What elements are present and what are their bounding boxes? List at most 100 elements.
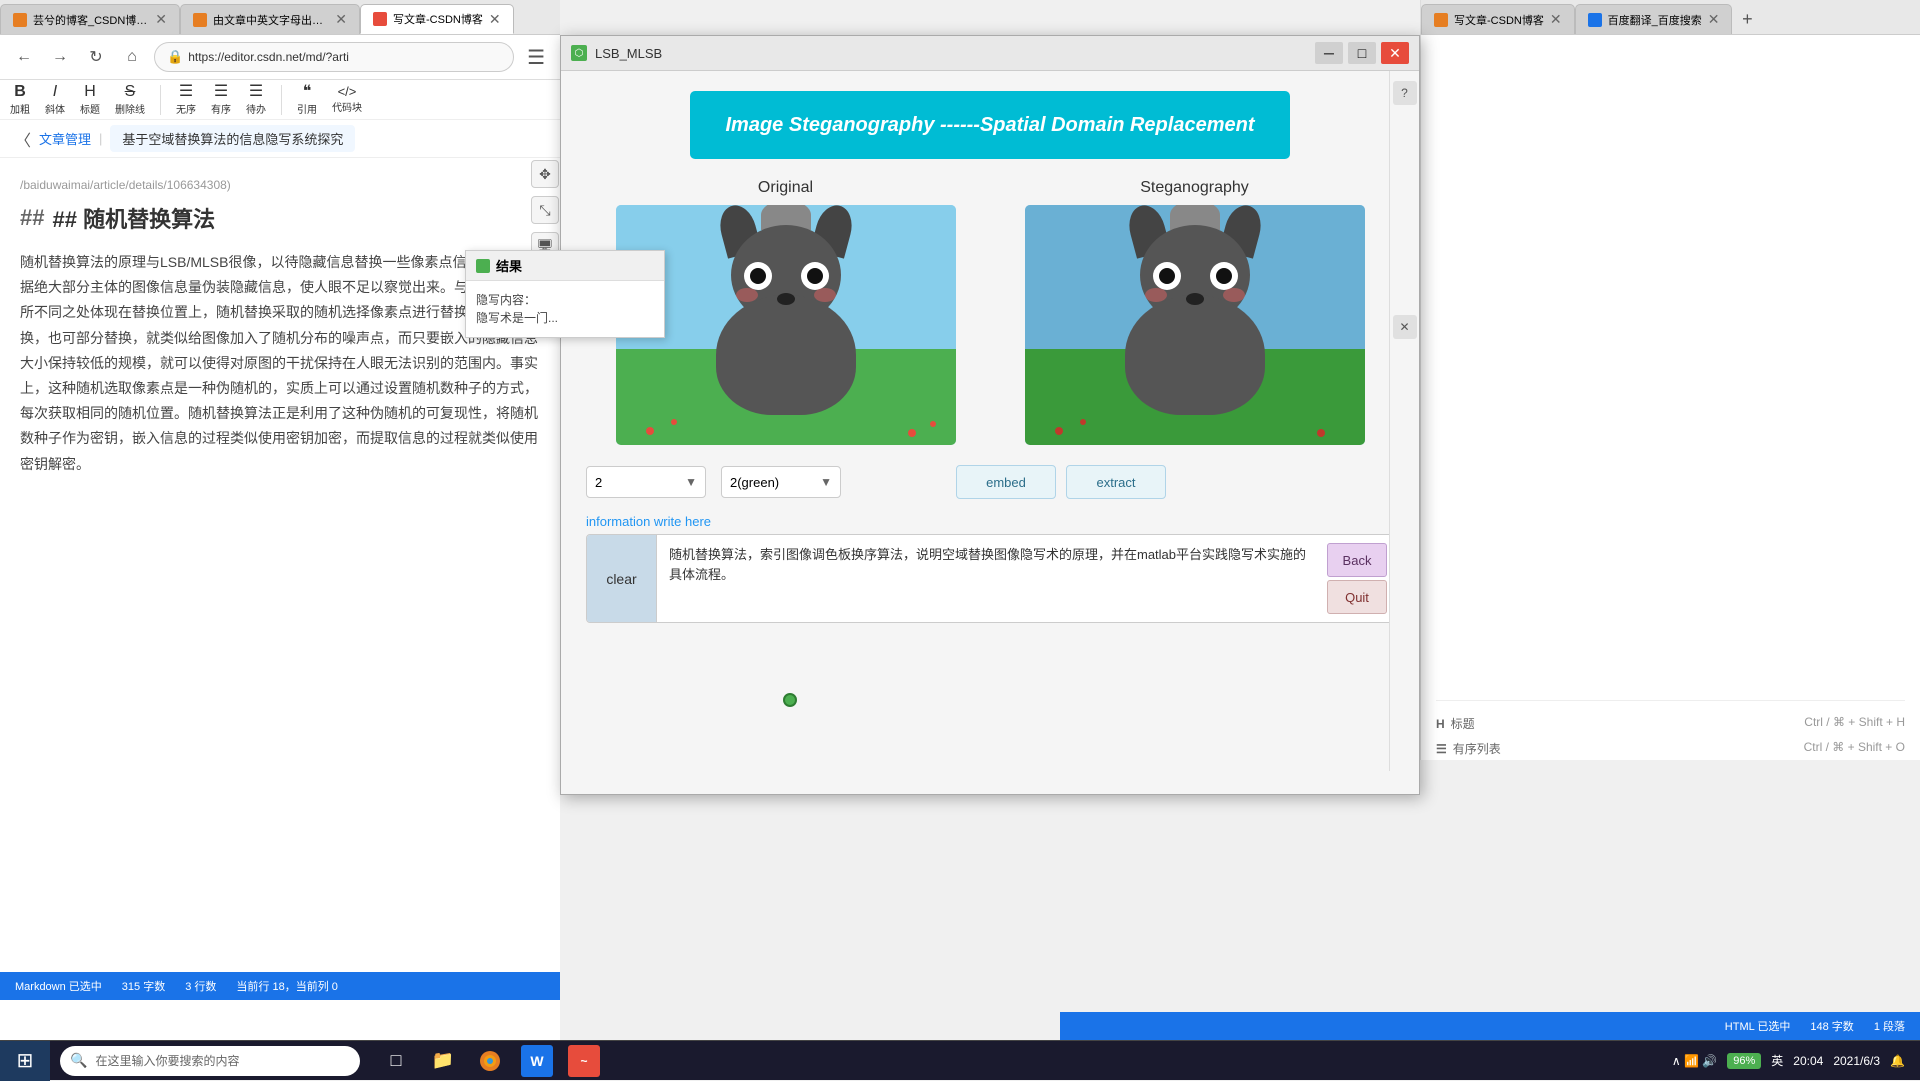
refresh-button[interactable]: ↻ — [82, 43, 110, 71]
word-icon[interactable]: W — [521, 1045, 553, 1077]
b2-tab-close-2[interactable]: ✕ — [1708, 11, 1720, 28]
maximize-button[interactable]: □ — [1348, 42, 1376, 64]
hotkey-ordered: ☰ 有序列表 Ctrl / ⌘ + Shift + O — [1436, 736, 1905, 761]
pan-icon[interactable]: ✥ — [531, 160, 559, 188]
browser2-tab-bar: 写文章-CSDN博客 ✕ 百度翻译_百度搜索 ✕ + — [1421, 0, 1920, 35]
result-line2: 隐写术是一门... — [476, 309, 654, 327]
file-explorer-icon[interactable]: 📁 — [427, 1045, 459, 1077]
help-icon[interactable]: ? — [1393, 81, 1417, 105]
address-input[interactable]: 🔒 https://editor.csdn.net/md/?arti — [154, 42, 514, 72]
b2-tab-1[interactable]: 写文章-CSDN博客 ✕ — [1421, 4, 1575, 34]
search-icon: 🔍 — [70, 1052, 87, 1069]
html-status: HTML 已选中 — [1725, 1018, 1791, 1034]
breadcrumb-title: 基于空域替换算法的信息隐写系统探究 — [110, 125, 355, 152]
html-paragraphs: 1 段落 — [1874, 1018, 1905, 1034]
steganography-image — [1025, 205, 1365, 445]
taskbar-search-text: 在这里输入你要搜索的内容 — [95, 1052, 239, 1069]
result-popup-body: 隐写内容： 隐写术是一门... — [466, 281, 664, 337]
editor-toolbar: B 加粗 I 斜体 H 标题 S 删除线 ☰ 无序 ☰ 有序 ☰ 待办 — [0, 80, 560, 120]
taskbar-search[interactable]: 🔍 在这里输入你要搜索的内容 — [60, 1046, 360, 1076]
text-input-field[interactable]: 随机替换算法，索引图像调色板换序算法，说明空域替换图像隐写术的原理，并在matl… — [657, 535, 1321, 622]
status-bar-right: HTML 已选中 148 字数 1 段落 — [1060, 1012, 1920, 1040]
select-2[interactable]: 2(green) ▼ — [721, 466, 841, 498]
flower-3 — [908, 429, 916, 437]
home-button[interactable]: ⌂ — [118, 43, 146, 71]
tab-2[interactable]: 由文章中英文字母出现频率多... ✕ — [180, 4, 360, 34]
images-row: Original — [581, 179, 1399, 445]
quote-button[interactable]: ❝ 引用 — [297, 84, 317, 116]
heading-hash: ## — [20, 205, 44, 231]
dog-pupil-left-s — [1159, 268, 1175, 284]
browser-menu[interactable]: ☰ — [522, 45, 550, 70]
italic-button[interactable]: I 斜体 — [45, 84, 65, 116]
minimize-button[interactable]: ─ — [1315, 42, 1343, 64]
start-button[interactable]: ⊞ — [0, 1041, 50, 1081]
tab-label-1: 芸兮的博客_CSDN博客-数字... — [33, 12, 149, 28]
taskbar-right: ∧ 📶 🔊 96% 英 20:04 2021/6/3 🔔 — [1672, 1052, 1920, 1069]
select-1[interactable]: 2 ▼ — [586, 466, 706, 498]
browser-tab-bar: 芸兮的博客_CSDN博客-数字... ✕ 由文章中英文字母出现频率多... ✕ … — [0, 0, 560, 35]
original-col: Original — [616, 179, 956, 445]
status-rows: 3 行数 — [185, 978, 216, 994]
flower-s-1 — [1055, 427, 1063, 435]
select-2-value: 2(green) — [730, 475, 779, 490]
status-chars: 315 字数 — [122, 978, 165, 994]
dog-body — [716, 295, 856, 415]
back-button[interactable]: ← — [10, 43, 38, 71]
firefox-svg — [478, 1049, 502, 1073]
taskbar-icons: □ 📁 W ~ — [380, 1045, 600, 1077]
status-mode: Markdown 已选中 — [15, 978, 102, 994]
firefox-icon[interactable] — [474, 1045, 506, 1077]
tab-close-3[interactable]: ✕ — [489, 11, 501, 28]
dog-cheek-right-s — [1223, 288, 1245, 302]
tab-close-1[interactable]: ✕ — [155, 11, 167, 28]
taskbar: ⊞ 🔍 在这里输入你要搜索的内容 □ 📁 W ~ ∧ 📶 🔊 96% 英 20:… — [0, 1040, 1920, 1080]
flower-2 — [671, 419, 677, 425]
ordered-button[interactable]: ☰ 有序 — [211, 84, 231, 116]
address-text: https://editor.csdn.net/md/?arti — [188, 50, 349, 64]
b2-tab-close-1[interactable]: ✕ — [1550, 11, 1562, 28]
extract-button[interactable]: extract — [1066, 465, 1166, 499]
strikethrough-button[interactable]: S 删除线 — [115, 84, 145, 116]
unordered-button[interactable]: ☰ 无序 — [176, 84, 196, 116]
embed-button[interactable]: embed — [956, 465, 1056, 499]
back-button-popup[interactable]: Back — [1327, 543, 1387, 577]
cursor-dot — [783, 693, 797, 707]
code-button[interactable]: </> 代码块 — [332, 85, 362, 114]
new-tab-button[interactable]: + — [1732, 4, 1762, 34]
lang-indicator: 英 — [1771, 1052, 1783, 1069]
dog-pupil-right-s — [1216, 268, 1232, 284]
forward-button[interactable]: → — [46, 43, 74, 71]
matlab-icon[interactable]: ~ — [568, 1045, 600, 1077]
h-icon: H — [1436, 717, 1445, 731]
h-keys: Ctrl / ⌘ + Shift + H — [1804, 715, 1905, 732]
todo-button[interactable]: ☰ 待办 — [246, 84, 266, 116]
close-button[interactable]: ✕ — [1381, 42, 1409, 64]
close-panel-icon[interactable]: ✕ — [1393, 315, 1417, 339]
quit-button[interactable]: Quit — [1327, 580, 1387, 614]
bold-button[interactable]: B 加粗 — [10, 84, 30, 116]
tab-3[interactable]: 写文章-CSDN博客 ✕ — [360, 4, 514, 34]
b2-tab-2[interactable]: 百度翻译_百度搜索 ✕ — [1575, 4, 1733, 34]
heading-button[interactable]: H 标题 — [80, 84, 100, 116]
clear-button[interactable]: clear — [587, 535, 657, 622]
b2-tab-icon-1 — [1434, 13, 1448, 27]
article-body: 随机替换算法的原理与LSB/MLSB很像，以待隐藏信息替换一些像素点信息，借助占… — [20, 250, 540, 477]
breadcrumb-back[interactable]: 〈 — [15, 127, 31, 151]
breadcrumb-sep: | — [99, 131, 102, 146]
flower-1 — [646, 427, 654, 435]
divider-2 — [281, 85, 282, 115]
text-area-label: information write here — [586, 514, 1394, 529]
divider-1 — [160, 85, 161, 115]
breadcrumb-nav[interactable]: 文章管理 — [39, 129, 91, 148]
text-area-section: information write here clear 随机替换算法，索引图像… — [581, 514, 1399, 623]
expand-icon[interactable]: ⤡ — [531, 196, 559, 224]
tab-close-2[interactable]: ✕ — [335, 11, 347, 28]
dog-nose-s — [1186, 293, 1204, 305]
status-bar: Markdown 已选中 315 字数 3 行数 当前行 18，当前列 0 — [0, 972, 560, 1000]
steganography-col: Steganography — [1025, 179, 1365, 445]
notification-icon[interactable]: 🔔 — [1890, 1054, 1905, 1068]
tab-icon-2 — [193, 13, 207, 27]
tab-1[interactable]: 芸兮的博客_CSDN博客-数字... ✕ — [0, 4, 180, 34]
task-view-icon[interactable]: □ — [380, 1045, 412, 1077]
